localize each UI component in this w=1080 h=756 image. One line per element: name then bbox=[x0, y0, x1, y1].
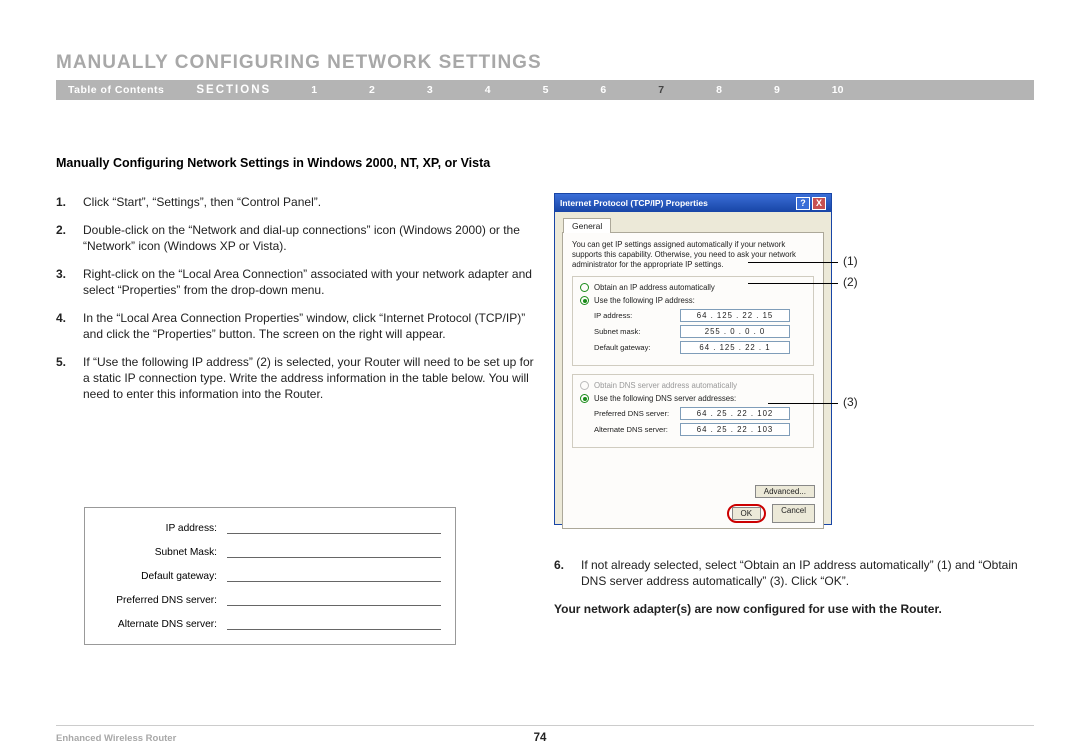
ok-button[interactable]: OK bbox=[732, 507, 762, 520]
tcpip-dialog: Internet Protocol (TCP/IP) Properties ? … bbox=[554, 193, 832, 525]
subnet-mask-field[interactable]: 255 . 0 . 0 . 0 bbox=[680, 325, 790, 338]
ok-highlight-ring: OK bbox=[727, 504, 767, 523]
dialog-body: You can get IP settings assigned automat… bbox=[562, 232, 824, 529]
close-icon[interactable]: X bbox=[812, 197, 826, 210]
page-title: MANUALLY CONFIGURING NETWORK SETTINGS bbox=[56, 52, 542, 74]
callout-1: (1) bbox=[843, 254, 858, 268]
step-6: 6.If not already selected, select “Obtai… bbox=[554, 557, 1034, 589]
nav-toc[interactable]: Table of Contents bbox=[68, 84, 164, 96]
bt-subnet: Subnet Mask: bbox=[99, 547, 217, 558]
radio-use-ip[interactable]: Use the following IP address: bbox=[580, 296, 806, 305]
nav-section-numbers: 1 2 3 4 5 6 7 8 9 10 bbox=[311, 84, 843, 96]
blank-info-table: IP address: Subnet Mask: Default gateway… bbox=[84, 507, 456, 645]
dialog-titlebar: Internet Protocol (TCP/IP) Properties ? … bbox=[555, 194, 831, 212]
dns-group: Obtain DNS server address automatically … bbox=[572, 374, 814, 448]
page-number: 74 bbox=[534, 732, 547, 744]
tab-general[interactable]: General bbox=[563, 218, 611, 233]
radio-obtain-dns[interactable]: Obtain DNS server address automatically bbox=[580, 381, 806, 390]
nav-6[interactable]: 6 bbox=[600, 84, 606, 96]
callout-2: (2) bbox=[843, 275, 858, 289]
ip-address-field[interactable]: 64 . 125 . 22 . 15 bbox=[680, 309, 790, 322]
steps-list-left: 1.Click “Start”, “Settings”, then “Contr… bbox=[56, 194, 534, 414]
footer-product: Enhanced Wireless Router bbox=[56, 733, 176, 744]
nav-7[interactable]: 7 bbox=[658, 84, 664, 96]
step-1: 1.Click “Start”, “Settings”, then “Contr… bbox=[56, 194, 534, 210]
bt-adns: Alternate DNS server: bbox=[99, 619, 217, 630]
radio-obtain-ip[interactable]: Obtain an IP address automatically bbox=[580, 283, 806, 292]
step-4: 4.In the “Local Area Connection Properti… bbox=[56, 310, 534, 342]
advanced-button[interactable]: Advanced... bbox=[755, 485, 815, 498]
section-heading: Manually Configuring Network Settings in… bbox=[56, 156, 490, 170]
bt-pdns: Preferred DNS server: bbox=[99, 595, 217, 606]
nav-2[interactable]: 2 bbox=[369, 84, 375, 96]
steps-list-right: 6.If not already selected, select “Obtai… bbox=[554, 557, 1034, 595]
ip-group: Obtain an IP address automatically Use t… bbox=[572, 276, 814, 366]
nav-3[interactable]: 3 bbox=[427, 84, 433, 96]
preferred-dns-field[interactable]: 64 . 25 . 22 . 102 bbox=[680, 407, 790, 420]
bt-gateway: Default gateway: bbox=[99, 571, 217, 582]
nav-10[interactable]: 10 bbox=[832, 84, 844, 96]
nav-5[interactable]: 5 bbox=[543, 84, 549, 96]
gateway-field[interactable]: 64 . 125 . 22 . 1 bbox=[680, 341, 790, 354]
step-3: 3.Right-click on the “Local Area Connect… bbox=[56, 266, 534, 298]
nav-9[interactable]: 9 bbox=[774, 84, 780, 96]
dialog-intro: You can get IP settings assigned automat… bbox=[572, 240, 814, 270]
nav-1[interactable]: 1 bbox=[311, 84, 317, 96]
help-icon[interactable]: ? bbox=[796, 197, 810, 210]
nav-bar: Table of Contents SECTIONS 1 2 3 4 5 6 7… bbox=[56, 80, 1034, 100]
nav-4[interactable]: 4 bbox=[485, 84, 491, 96]
callout-3: (3) bbox=[843, 395, 858, 409]
step-5: 5.If “Use the following IP address” (2) … bbox=[56, 354, 534, 402]
nav-sections-label: SECTIONS bbox=[196, 84, 271, 96]
cancel-button[interactable]: Cancel bbox=[772, 504, 815, 523]
bt-ip: IP address: bbox=[99, 523, 217, 534]
radio-use-dns[interactable]: Use the following DNS server addresses: bbox=[580, 394, 806, 403]
footer-divider bbox=[56, 725, 1034, 726]
final-note: Your network adapter(s) are now configur… bbox=[554, 602, 942, 616]
dialog-title: Internet Protocol (TCP/IP) Properties bbox=[560, 198, 708, 208]
step-2: 2.Double-click on the “Network and dial-… bbox=[56, 222, 534, 254]
nav-8[interactable]: 8 bbox=[716, 84, 722, 96]
alternate-dns-field[interactable]: 64 . 25 . 22 . 103 bbox=[680, 423, 790, 436]
